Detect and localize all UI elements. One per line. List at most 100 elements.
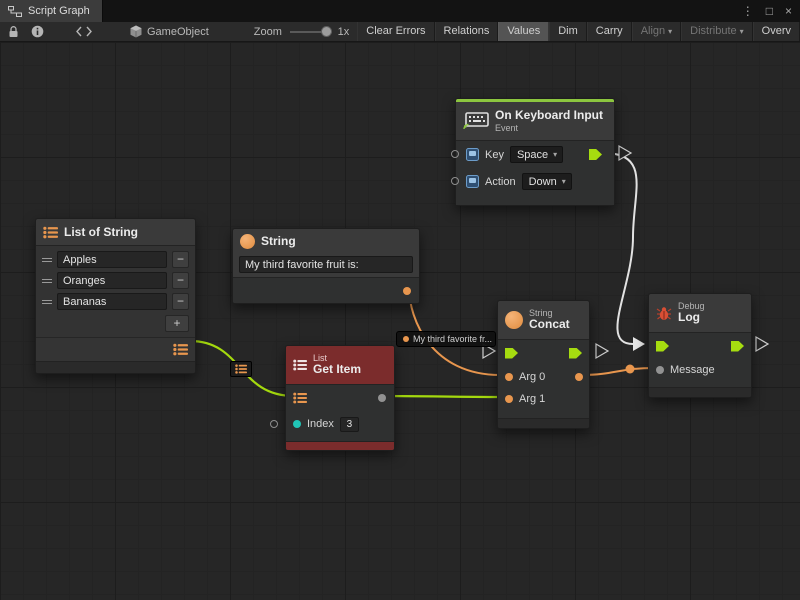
item-output-port[interactable] [378,394,386,402]
graph-target[interactable]: GameObject [130,25,209,38]
graph-toolbar: GameObject Zoom 1x Clear Errors Relation… [0,22,800,42]
edit-source-icon[interactable] [76,26,92,37]
drag-handle-icon[interactable] [42,258,52,262]
node-list-of-string[interactable]: List of String Apples − Oranges − Banana… [35,218,196,374]
info-icon[interactable] [31,25,44,38]
key-dropdown[interactable]: Space ▾ [510,146,563,163]
align-button[interactable]: Align▾ [632,22,681,42]
index-input-port[interactable] [293,420,301,428]
window-menu-button[interactable]: ⋮ [742,4,754,18]
key-dropdown-value: Space [517,149,548,161]
list-output-port[interactable] [173,343,188,356]
flow-output-port[interactable] [731,341,744,352]
action-label: Action [485,176,516,188]
string-output-port[interactable] [403,287,411,295]
carry-button[interactable]: Carry [587,22,632,42]
string-icon [240,234,255,249]
index-row: Index 3 [286,411,394,437]
list-of-string-header[interactable]: List of String [36,219,195,245]
chevron-down-icon: ▾ [740,22,744,41]
window-close-button[interactable]: × [785,4,792,18]
overview-button[interactable]: Overv [753,22,800,42]
button-label: Carry [596,22,623,41]
list-output-row [36,337,195,361]
remove-item-button[interactable]: − [172,251,189,268]
zoom-label: Zoom [254,26,282,38]
distribute-button[interactable]: Distribute▾ [681,22,752,42]
drag-handle-icon[interactable] [42,300,52,304]
node-title: String [261,234,296,248]
message-row: Message [649,359,751,381]
zoom-slider-thumb[interactable] [321,26,332,37]
wire-concat-to-log[interactable] [582,368,653,375]
list-input-port[interactable] [293,392,307,404]
tab-script-graph[interactable]: Script Graph [0,0,103,22]
index-label: Index [307,418,334,430]
flow-output-port[interactable] [569,348,582,359]
values-button[interactable]: Values [498,22,549,42]
button-label: Values [507,22,540,41]
add-item-button[interactable]: + [165,315,189,332]
string-value-row: My third favorite fruit is: [233,253,419,277]
relations-button[interactable]: Relations [435,22,499,42]
node-concat[interactable]: String Concat Arg 0 Arg 1 [497,300,590,429]
list-item-row: Oranges − [36,270,195,291]
node-on-keyboard-input[interactable]: On Keyboard Input Event Key Space ▾ [455,98,615,206]
arg0-input-port[interactable] [505,373,513,381]
drag-handle-icon[interactable] [42,279,52,283]
window-maximize-button[interactable]: □ [766,4,773,18]
keyboard-node-header[interactable]: On Keyboard Input Event [456,102,614,140]
wire-type-badge [230,361,252,377]
window-titlebar: Script Graph ⋮ □ × [0,0,800,22]
arg1-input-port[interactable] [505,395,513,403]
node-footer [649,387,751,397]
node-title: Get Item [313,363,361,377]
node-title: On Keyboard Input [495,109,603,123]
node-footer [498,418,589,428]
wire-value-text: My third favorite fr... [413,334,492,344]
list-item-input[interactable]: Oranges [57,272,167,289]
string-output-port[interactable] [575,373,583,381]
list-item-input[interactable]: Apples [57,251,167,268]
flow-arrowhead-icon [756,337,768,351]
wire-arrowhead-icon [633,337,645,351]
button-label: Dim [558,22,578,41]
flow-input-port[interactable] [656,341,669,352]
button-label: Distribute [690,22,736,41]
log-header[interactable]: Debug Log [649,294,751,332]
get-item-header[interactable]: List Get Item [286,346,394,384]
string-value-input[interactable]: My third favorite fruit is: [239,256,413,273]
list-icon [293,359,307,371]
lock-icon[interactable] [8,25,19,38]
message-input-port[interactable] [656,366,664,374]
script-graph-icon [8,6,22,17]
node-log[interactable]: Debug Log Message [648,293,752,398]
remove-item-button[interactable]: − [172,272,189,289]
node-string[interactable]: String My third favorite fruit is: [232,228,420,304]
flow-output-port[interactable] [589,149,602,160]
zoom-slider[interactable] [290,22,332,42]
flow-input-port[interactable] [505,348,518,359]
concat-header[interactable]: String Concat [498,301,589,339]
tab-title: Script Graph [28,5,90,17]
arg1-row: Arg 1 [498,388,589,410]
graph-canvas[interactable]: List of String Apples − Oranges − Banana… [0,42,800,600]
remove-item-button[interactable]: − [172,293,189,310]
node-footer [36,361,195,373]
string-value-dot [403,336,409,342]
wire-getitem-to-concat[interactable] [381,396,500,397]
dim-button[interactable]: Dim [549,22,587,42]
index-input[interactable]: 3 [340,417,359,432]
node-get-item[interactable]: List Get Item Index 3 [285,345,395,451]
keycap-icon [466,148,479,161]
keycap-icon [466,175,479,188]
string-node-header[interactable]: String [233,229,419,253]
action-dropdown[interactable]: Down ▾ [522,173,572,190]
unity-script-graph-window: Script Graph ⋮ □ × GameObject Zoom [0,0,800,600]
list-item-input[interactable]: Bananas [57,293,167,310]
bug-icon [656,306,672,321]
flow-row [498,340,589,366]
clear-errors-button[interactable]: Clear Errors [357,22,434,42]
key-label: Key [485,149,504,161]
unconnected-port-icon [270,420,278,428]
